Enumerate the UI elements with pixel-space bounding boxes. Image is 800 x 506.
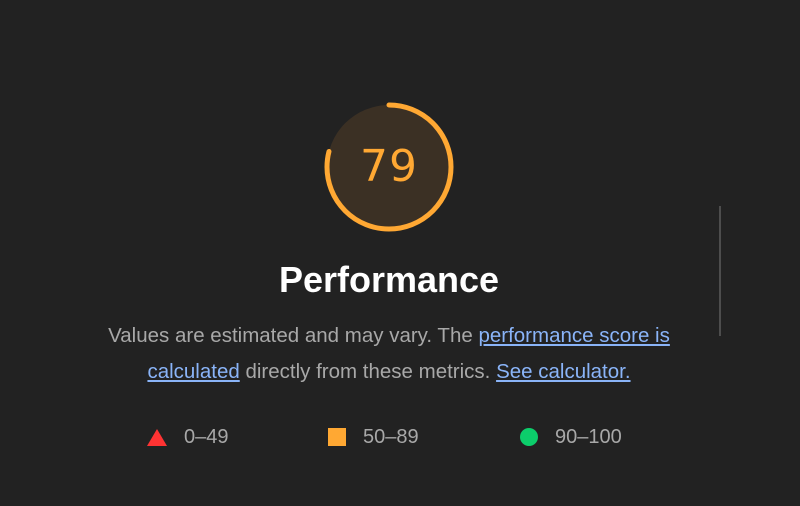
description-text-before: Values are estimated and may vary. The: [108, 324, 479, 347]
score-gauge: 79: [322, 100, 456, 234]
score-description: Values are estimated and may vary. The p…: [100, 318, 678, 390]
scrollbar[interactable]: [719, 206, 721, 336]
legend-range-average: 50–89: [363, 425, 419, 448]
legend-range-pass: 90–100: [555, 425, 622, 448]
triangle-icon: [147, 428, 167, 446]
see-calculator-link[interactable]: See calculator.: [496, 360, 630, 383]
legend-item-fail: 0–49: [147, 422, 229, 452]
score-value: 79: [360, 141, 418, 192]
lighthouse-performance-summary: 79 Performance Values are estimated and …: [0, 0, 800, 506]
legend-item-pass: 90–100: [520, 422, 622, 452]
score-legend: 0–49 50–89 90–100: [0, 422, 800, 452]
circle-icon: [520, 428, 538, 446]
square-icon: [328, 428, 346, 446]
legend-item-average: 50–89: [328, 422, 419, 452]
category-title: Performance: [278, 259, 500, 300]
description-text-middle: directly from these metrics.: [239, 360, 497, 383]
legend-range-fail: 0–49: [184, 425, 229, 448]
